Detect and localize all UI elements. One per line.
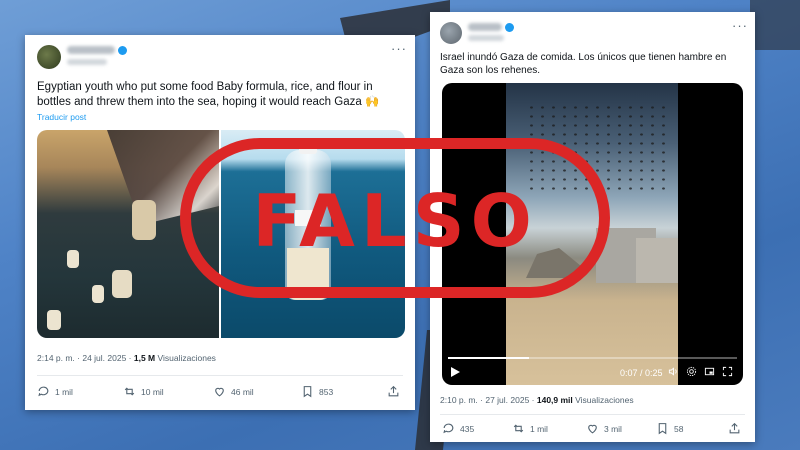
like-button[interactable]: 3 mil: [586, 422, 622, 435]
repost-icon: [124, 387, 135, 396]
bookmark-button[interactable]: 853: [301, 385, 333, 398]
share-icon: [388, 385, 399, 397]
reply-button[interactable]: 435: [442, 422, 474, 435]
share-button[interactable]: [728, 422, 741, 435]
video-progress-track[interactable]: [448, 357, 737, 359]
video-progress-fill: [448, 357, 529, 359]
bookmark-icon: [303, 386, 312, 398]
repost-count: 1 mil: [530, 423, 548, 434]
settings-gear-icon[interactable]: [686, 366, 697, 379]
repost-button[interactable]: 10 mil: [123, 385, 164, 398]
video-time: 0:07 / 0:25: [620, 368, 663, 378]
heart-icon: [215, 387, 224, 397]
share-button[interactable]: [387, 385, 400, 398]
author-handle[interactable]: [468, 35, 504, 41]
divider: [37, 375, 403, 376]
share-icon: [729, 422, 740, 434]
more-options-icon[interactable]: ···: [732, 18, 748, 33]
repost-count: 10 mil: [141, 386, 164, 397]
reply-count: 435: [460, 423, 475, 434]
verified-badge-icon: [505, 23, 514, 32]
like-button[interactable]: 46 mil: [213, 385, 254, 398]
views-label: Visualizaciones: [572, 395, 634, 405]
like-count: 46 mil: [231, 386, 254, 397]
tweet-timestamp[interactable]: 2:14 p. m. · 24 jul. 2025 · 1,5 M Visual…: [37, 353, 216, 363]
avatar[interactable]: [440, 22, 462, 44]
play-icon: [451, 367, 460, 377]
fullscreen-icon[interactable]: [722, 366, 733, 379]
play-button[interactable]: [450, 367, 460, 379]
reply-icon: [443, 423, 454, 434]
repost-button[interactable]: 1 mil: [512, 422, 548, 435]
like-count: 3 mil: [604, 423, 622, 434]
repost-icon: [513, 424, 524, 433]
views-count: 140,9 mil: [536, 395, 573, 405]
views-count: 1,5 M: [133, 353, 156, 363]
tweet-timestamp[interactable]: 2:10 p. m. · 27 jul. 2025 · 140,9 mil Vi…: [440, 395, 634, 405]
reply-count: 1 mil: [55, 386, 73, 397]
author-name[interactable]: [468, 23, 502, 31]
pip-icon[interactable]: [704, 366, 715, 379]
tweet-text: Israel inundó Gaza de comida. Los únicos…: [440, 52, 727, 77]
avatar[interactable]: [37, 45, 61, 69]
aircraft-tail: [750, 0, 800, 50]
translate-post-link[interactable]: Traducir post: [37, 112, 86, 122]
reply-icon: [38, 386, 49, 397]
volume-icon[interactable]: [668, 366, 679, 379]
bookmark-button[interactable]: 58: [656, 422, 683, 435]
heart-icon: [588, 424, 597, 434]
verified-badge-icon: [118, 46, 127, 55]
tweet-text: Egyptian youth who put some food Baby fo…: [37, 81, 380, 109]
author-name[interactable]: [67, 46, 115, 54]
bookmark-count: 853: [319, 386, 334, 397]
reply-button[interactable]: 1 mil: [37, 385, 73, 398]
views-label: Visualizaciones: [155, 353, 216, 363]
divider: [440, 414, 745, 415]
timestamp-text[interactable]: 2:14 p. m. · 24 jul. 2025 ·: [37, 353, 134, 363]
timestamp-text[interactable]: 2:10 p. m. · 27 jul. 2025 ·: [440, 395, 537, 405]
bookmark-count: 58: [674, 423, 684, 434]
author-handle[interactable]: [67, 59, 107, 65]
bookmark-icon: [658, 423, 667, 435]
more-options-icon[interactable]: ···: [391, 41, 407, 56]
falso-stamp-label: FALSO: [252, 179, 538, 263]
